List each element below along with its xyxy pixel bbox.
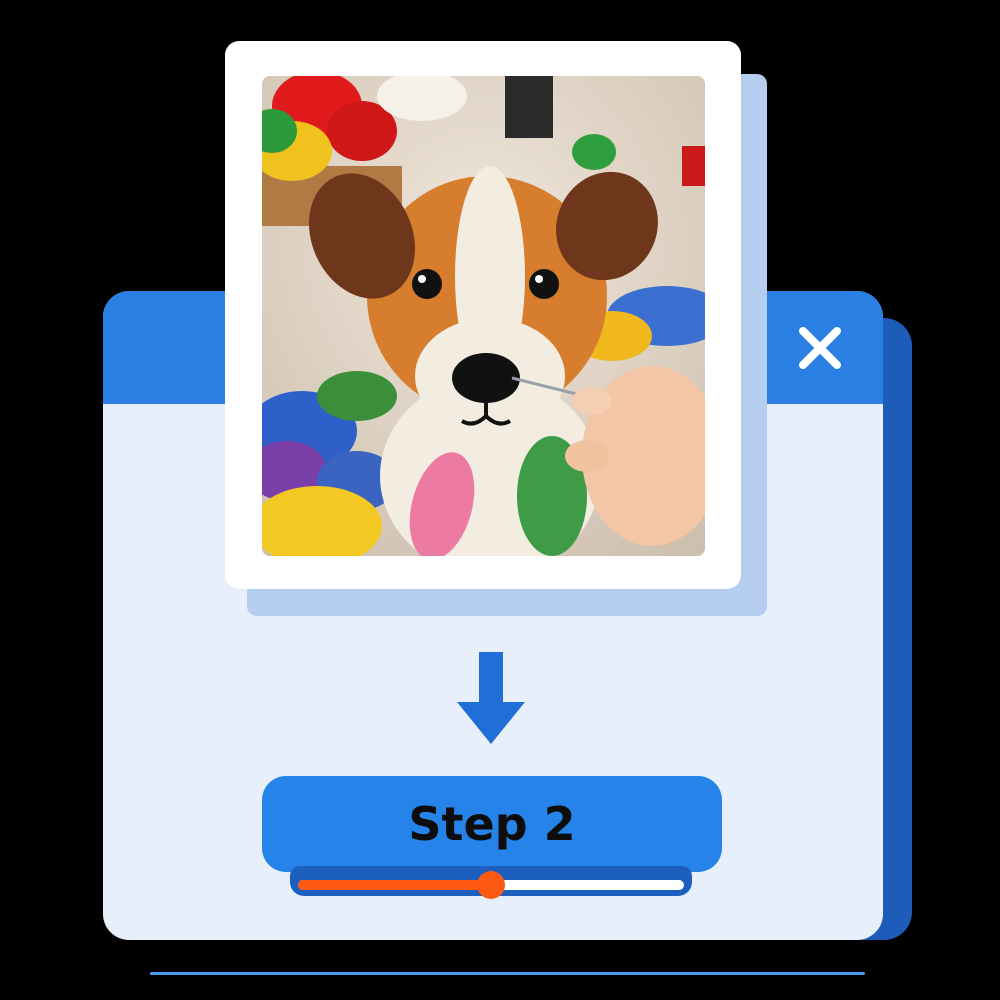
stage: Step 2: [0, 0, 1000, 1000]
progress-handle[interactable]: [477, 871, 505, 899]
close-button[interactable]: [787, 315, 853, 381]
progress-track: [298, 871, 684, 899]
close-icon: [799, 327, 841, 369]
felted-dog-photo: [262, 76, 705, 556]
progress-bar-frame: [290, 866, 692, 899]
step-label: Step 2: [408, 797, 576, 851]
bottom-divider: [150, 972, 865, 975]
felted-dog-image: [262, 76, 705, 556]
step-button[interactable]: Step 2: [262, 776, 722, 872]
arrow-down-icon: [457, 652, 525, 744]
progress-fill: [298, 880, 491, 890]
